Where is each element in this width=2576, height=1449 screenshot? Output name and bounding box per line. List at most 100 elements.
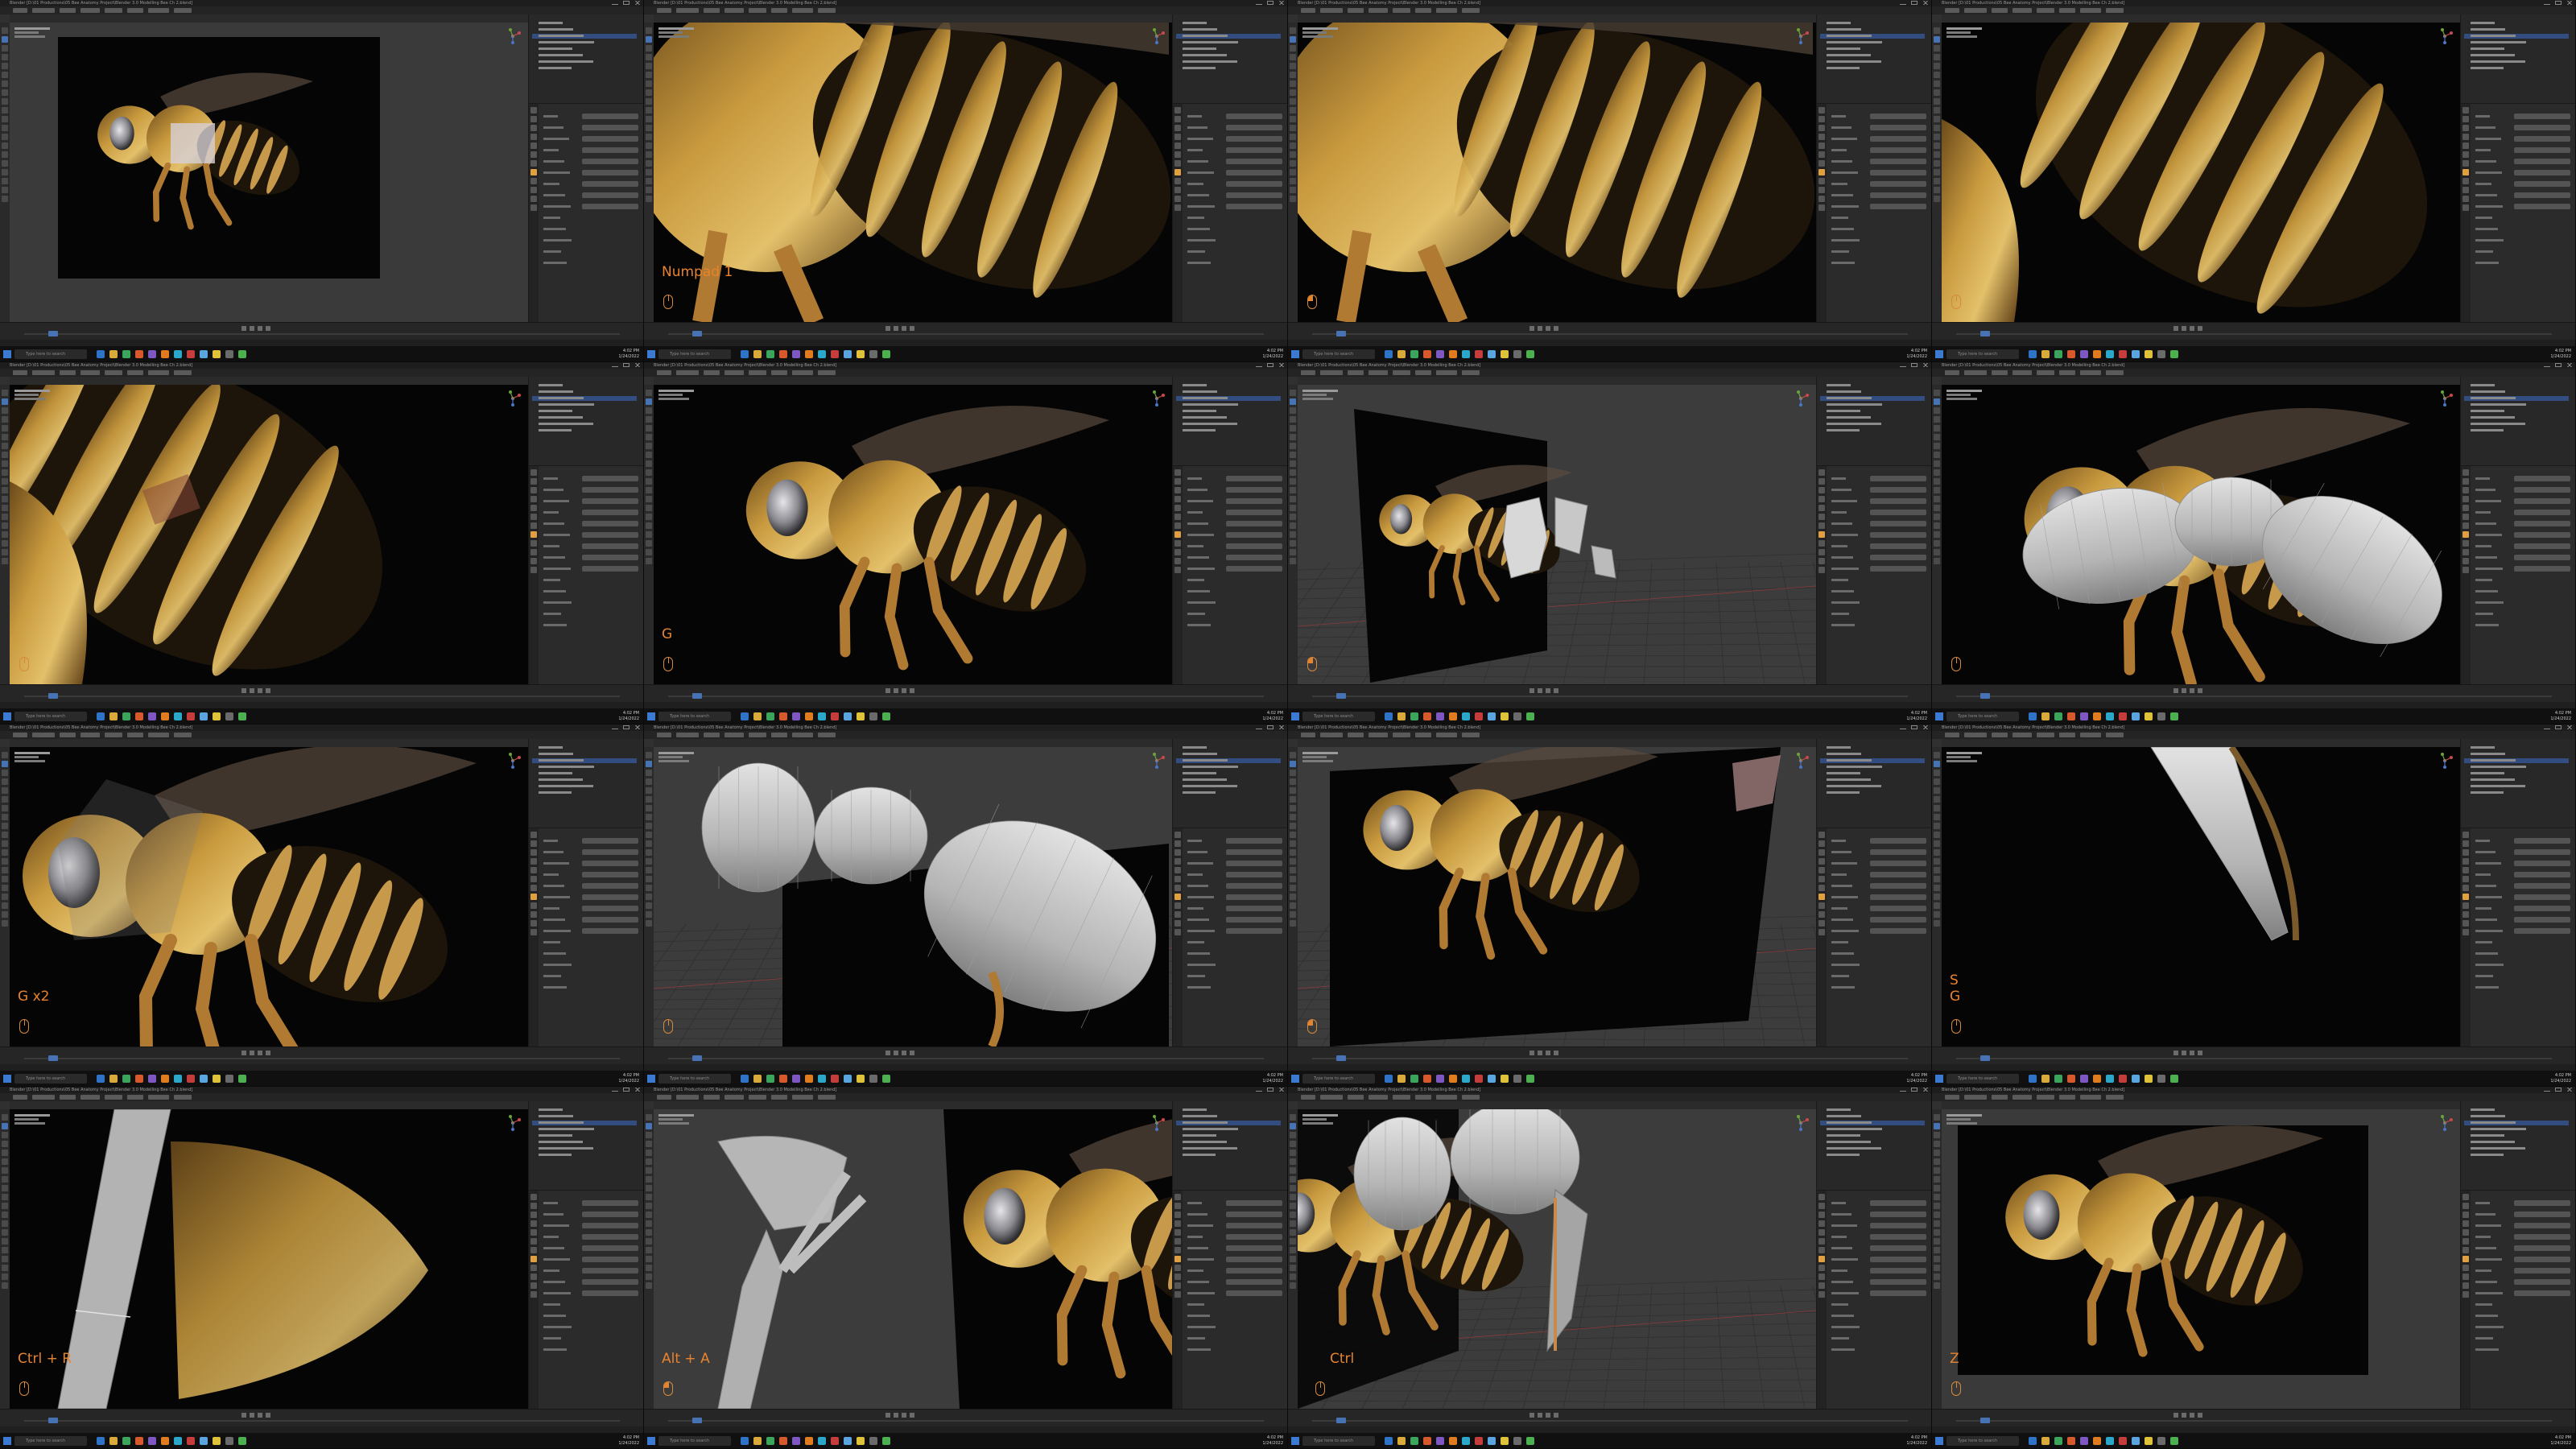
tool-icon[interactable]: [1290, 398, 1296, 405]
tool-icon[interactable]: [1290, 27, 1296, 34]
property-field[interactable]: [582, 159, 638, 164]
properties-tab-icon[interactable]: [1818, 1274, 1825, 1280]
tool-icon[interactable]: [646, 514, 652, 520]
properties-panel[interactable]: [1816, 465, 1931, 685]
menu-item[interactable]: [1945, 370, 1959, 375]
3d-viewport[interactable]: [1942, 23, 2460, 322]
property-field[interactable]: [1870, 1268, 1926, 1274]
property-field[interactable]: [1870, 1223, 1926, 1228]
3d-viewport[interactable]: [1298, 385, 1816, 684]
taskbar-app-icon[interactable]: [2170, 1437, 2178, 1445]
outliner-panel[interactable]: [528, 739, 643, 828]
tool-icon[interactable]: [2, 1185, 8, 1191]
menu-item[interactable]: [818, 8, 836, 13]
outliner-row[interactable]: [1820, 778, 1925, 782]
properties-tab-icon[interactable]: [1174, 885, 1181, 891]
tool-icon[interactable]: [2, 460, 8, 467]
taskbar-app-icon[interactable]: [187, 1437, 195, 1445]
tool-icon[interactable]: [1934, 178, 1940, 184]
taskbar-app-icon[interactable]: [2132, 712, 2140, 720]
outliner-row[interactable]: [1176, 40, 1281, 45]
outliner-row[interactable]: [1176, 1140, 1281, 1145]
property-field[interactable]: [1226, 861, 1282, 866]
properties-tab-icon[interactable]: [1174, 849, 1181, 856]
property-field[interactable]: [1226, 1257, 1282, 1262]
property-field[interactable]: [1226, 1268, 1282, 1274]
pause-icon[interactable]: [1546, 1051, 1550, 1055]
navigation-gizmo-icon[interactable]: [504, 390, 522, 407]
menu-item[interactable]: [1992, 733, 2008, 737]
tool-icon[interactable]: [1290, 1229, 1296, 1236]
tool-icon[interactable]: [1934, 1150, 1940, 1156]
tool-icon[interactable]: [2, 858, 8, 865]
outliner-row[interactable]: [532, 402, 637, 407]
property-field[interactable]: [1870, 532, 1926, 538]
properties-tab-icon[interactable]: [530, 567, 537, 573]
close-icon[interactable]: [1922, 1, 1929, 5]
tool-icon[interactable]: [1934, 1185, 1940, 1191]
taskbar-clock[interactable]: 4:02 PM 1/24/2022: [1906, 1073, 1927, 1084]
taskbar-app-icon[interactable]: [2119, 712, 2127, 720]
tool-icon[interactable]: [646, 469, 652, 476]
menu-item[interactable]: [60, 370, 76, 375]
tool-icon[interactable]: [2, 1123, 8, 1129]
taskbar-app-icon[interactable]: [2080, 1437, 2088, 1445]
jump-end-icon[interactable]: [910, 1051, 914, 1055]
menu-item[interactable]: [676, 733, 699, 737]
taskbar-app-icon[interactable]: [148, 350, 156, 358]
tool-icon[interactable]: [2, 27, 8, 34]
property-field[interactable]: [582, 838, 638, 844]
properties-tab-icon[interactable]: [1818, 196, 1825, 202]
menu-item[interactable]: [771, 8, 787, 13]
property-field[interactable]: [582, 114, 638, 119]
taskbar-app-icon[interactable]: [1410, 350, 1418, 358]
menu-item[interactable]: [1393, 8, 1410, 13]
windows-start-icon[interactable]: [647, 712, 655, 720]
timeline[interactable]: [0, 1409, 643, 1426]
properties-tab-icon[interactable]: [530, 169, 537, 175]
taskbar-app-icon[interactable]: [97, 712, 105, 720]
outliner-row[interactable]: [2464, 745, 2569, 750]
tool-icon[interactable]: [2, 840, 8, 847]
property-field[interactable]: [2514, 928, 2570, 934]
jump-start-icon[interactable]: [1530, 1051, 1534, 1055]
menu-item[interactable]: [80, 370, 100, 375]
menu-item[interactable]: [127, 370, 143, 375]
properties-tab-icon[interactable]: [2462, 832, 2469, 838]
jump-end-icon[interactable]: [266, 1413, 270, 1418]
tool-icon[interactable]: [1290, 496, 1296, 502]
outliner-row[interactable]: [2464, 758, 2569, 763]
properties-tab-icon[interactable]: [1818, 531, 1825, 538]
tool-icon[interactable]: [2, 540, 8, 547]
tool-icon[interactable]: [2, 1282, 8, 1289]
taskbar-app-icon[interactable]: [1423, 350, 1431, 358]
property-field[interactable]: [1870, 1234, 1926, 1240]
tool-icon[interactable]: [1290, 531, 1296, 538]
menu-item[interactable]: [60, 8, 76, 13]
properties-tab-icon[interactable]: [1818, 514, 1825, 520]
properties-tab-icon[interactable]: [2462, 1247, 2469, 1253]
properties-tab-icon[interactable]: [1174, 911, 1181, 918]
maximize-icon[interactable]: [2555, 1, 2562, 5]
properties-tab-icon[interactable]: [1174, 187, 1181, 193]
outliner-row[interactable]: [1176, 53, 1281, 58]
menu-item[interactable]: [1368, 733, 1388, 737]
taskbar-app-icon[interactable]: [1501, 712, 1509, 720]
tool-icon[interactable]: [1934, 98, 1940, 105]
tool-icon[interactable]: [646, 80, 652, 87]
taskbar-app-icon[interactable]: [2157, 1075, 2165, 1083]
properties-tab-icon[interactable]: [1818, 840, 1825, 847]
tool-icon[interactable]: [2, 169, 8, 175]
properties-tab-icon[interactable]: [530, 858, 537, 865]
taskbar-app-icon[interactable]: [2054, 1437, 2062, 1445]
jump-start-icon[interactable]: [886, 688, 890, 693]
timeline-track[interactable]: [24, 1420, 620, 1422]
menu-item[interactable]: [32, 1095, 55, 1100]
tool-icon[interactable]: [2, 549, 8, 555]
property-field[interactable]: [582, 125, 638, 130]
property-field[interactable]: [1226, 849, 1282, 855]
taskbar-app-icon[interactable]: [109, 712, 118, 720]
timeline-track[interactable]: [1312, 696, 1908, 697]
taskbar-clock[interactable]: 4:02 PM 1/24/2022: [1906, 1435, 1927, 1447]
taskbar-app-icon[interactable]: [97, 1437, 105, 1445]
